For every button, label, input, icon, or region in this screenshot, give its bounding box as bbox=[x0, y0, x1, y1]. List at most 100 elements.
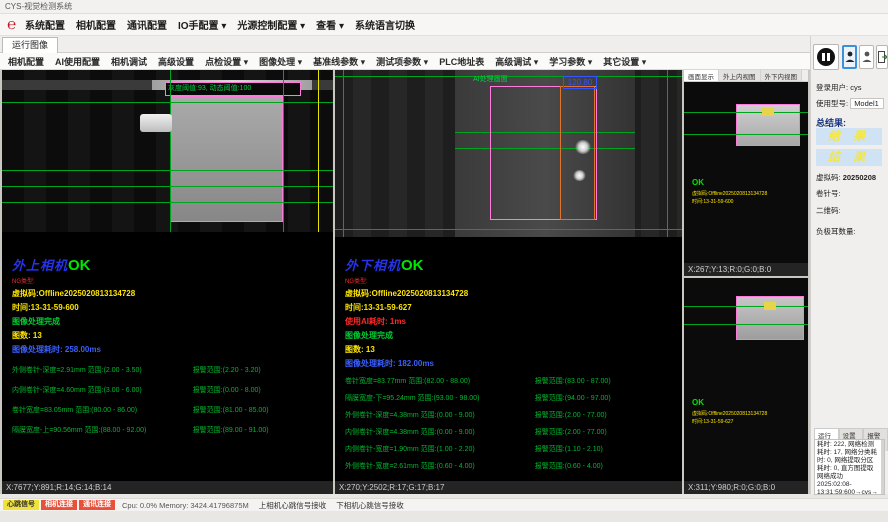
green-guide-line bbox=[684, 324, 808, 325]
middle-camera-image[interactable]: AI处理画面 120.80 bbox=[335, 70, 682, 237]
measurement-text: 隔膜宽度-上=90.56mm 范围:(88.00 - 92.00) bbox=[12, 425, 193, 435]
tab-strip: 运行图像 bbox=[0, 36, 810, 53]
cpu-memory-status: Cpu: 0.0% Memory: 3424.41796875M bbox=[122, 501, 249, 510]
middle-ng-type: NG类型: bbox=[345, 276, 678, 285]
connector-blob bbox=[140, 114, 172, 132]
measurement-row: 内侧卷针-宽度=1.90mm 范围:(1.00 - 2.20) 报警范围:(1.… bbox=[345, 444, 678, 454]
middle-pixel-coordinates: X:270;Y:2502;R:17;G:17;B:17 bbox=[335, 481, 682, 494]
bright-spot bbox=[575, 140, 591, 154]
right-sidebar: 登录用户: cys 使用型号: Model1 总结果: 结 果 结 果 虚拟码:… bbox=[810, 36, 888, 494]
tool-advanced-debug[interactable]: 高级调试 ▾ bbox=[495, 55, 538, 68]
measurement-row: 隔膜宽度-下=95.24mm 范围:(93.00 - 98.00) 报警范围:(… bbox=[345, 393, 678, 403]
menu-camera-config[interactable]: 相机配置 bbox=[76, 17, 116, 32]
threshold-label: 灰度阈值:93, 动态阈值:100 bbox=[168, 83, 251, 95]
yellow-guide-line bbox=[318, 70, 319, 232]
alarm-range-text: 报警范围:(81.00 - 85.00) bbox=[193, 405, 329, 415]
left-pixel-coordinates: X:7677;Y:891;R:14;G:14;B:14 bbox=[2, 481, 333, 494]
tool-plc-address[interactable]: PLC地址表 bbox=[439, 55, 484, 68]
left-camera-name: 外上相机 bbox=[12, 258, 68, 273]
log-scrollbar[interactable] bbox=[881, 440, 884, 494]
user-login-button[interactable] bbox=[842, 45, 857, 69]
tool-test-params[interactable]: 测试项参数 ▾ bbox=[376, 55, 428, 68]
thumbnail-top-panel[interactable]: OK 虚拟码:Offline2025020813134728 时间:13-31-… bbox=[684, 82, 808, 276]
measurement-row: 隔膜宽度-上=90.56mm 范围:(88.00 - 92.00) 报警范围:(… bbox=[12, 425, 329, 435]
measurement-row: 内侧卷针-深度=4.38mm 范围:(0.00 - 9.00) 报警范围:(2.… bbox=[345, 427, 678, 437]
alarm-range-text: 报警范围:(2.00 - 77.00) bbox=[535, 427, 678, 437]
thumb-tab-lower-view[interactable]: 外下内视图 bbox=[761, 70, 803, 81]
middle-camera-ok-status: OK bbox=[401, 257, 424, 274]
tool-other-settings[interactable]: 其它设置 ▾ bbox=[603, 55, 646, 68]
menu-comm-config[interactable]: 通讯配置 bbox=[127, 17, 167, 32]
tool-ai-config[interactable]: AI使用配置 bbox=[55, 55, 100, 68]
measurement-text: 外侧卷针-深度=2.91mm 范围:(2.00 - 3.50) bbox=[12, 365, 193, 375]
middle-camera-result-line: 外下相机OK bbox=[345, 255, 678, 275]
alarm-range-text: 报警范围:(2.20 - 3.20) bbox=[193, 365, 329, 375]
left-camera-image[interactable]: 灰度阈值:93, 动态阈值:100 bbox=[2, 70, 333, 232]
alarm-range-text: 报警范围:(94.00 - 97.00) bbox=[535, 393, 678, 403]
left-time: 时间:13-31-59-600 bbox=[12, 302, 329, 313]
virtual-code-row: 虚拟码: 20250208 bbox=[816, 172, 876, 183]
lower-camera-heartbeat-status: 下相机心跳信号接收 bbox=[336, 500, 404, 511]
middle-result-block: 外下相机OK NG类型: 虚拟码:Offline2025020813134728… bbox=[345, 255, 678, 471]
menu-light-config[interactable]: 光源控制配置 ▾ bbox=[237, 17, 305, 32]
measurement-text: 内侧卷针-深度=4.38mm 范围:(0.00 - 9.00) bbox=[345, 427, 535, 437]
tool-camera-debug[interactable]: 相机调试 bbox=[111, 55, 147, 68]
middle-frame-count: 图数: 13 bbox=[345, 344, 678, 355]
comm-connect-badge: 通讯连接 bbox=[79, 500, 115, 510]
tab-run-image[interactable]: 运行图像 bbox=[2, 37, 58, 53]
measurement-row: 内侧卷针-深度=4.60mm 范围:(3.00 - 6.00) 报警范围:(0.… bbox=[12, 385, 329, 395]
tool-advanced-settings[interactable]: 高级设置 bbox=[158, 55, 194, 68]
middle-process-done: 图像处理完成 bbox=[345, 330, 678, 341]
tool-baseline-params[interactable]: 基准线参数 ▾ bbox=[313, 55, 365, 68]
left-frame-count: 图数: 13 bbox=[12, 330, 329, 341]
app-window: CYS-视觉检测系统 ℮ 系统配置 相机配置 通讯配置 IO手配置 ▾ 光源控制… bbox=[0, 0, 888, 522]
log-output[interactable]: 耗时: 222, 网络检测耗时: 17, 网络分类耗时: 0, 网络提取分区耗时… bbox=[814, 439, 885, 495]
model-row: 使用型号: Model1 bbox=[816, 98, 884, 109]
alarm-range-text: 报警范围:(0.00 - 8.00) bbox=[193, 385, 329, 395]
left-process-time: 图像处理耗时: 258.00ms bbox=[12, 344, 329, 355]
thumb-tab-upper-view[interactable]: 外上内视图 bbox=[719, 70, 761, 81]
thumbnail-bottom-panel[interactable]: OK 虚拟码:Offline2025020813134728 时间:13-31-… bbox=[684, 278, 808, 494]
menu-system-config[interactable]: 系统配置 bbox=[25, 17, 65, 32]
alarm-range-text: 报警范围:(89.00 - 91.00) bbox=[193, 425, 329, 435]
pin-number-label: 卷针号: bbox=[816, 188, 841, 199]
green-guide-line bbox=[335, 229, 682, 230]
menu-io-config[interactable]: IO手配置 ▾ bbox=[178, 17, 226, 32]
green-guide-line-vertical bbox=[667, 70, 668, 237]
thumb-virtual-code: 虚拟码:Offline2025020813134728 bbox=[692, 410, 804, 417]
left-camera-panel: 灰度阈值:93, 动态阈值:100 外上相机OK NG类型: 虚拟码:Offli… bbox=[2, 70, 333, 494]
green-guide-line-vertical bbox=[170, 70, 171, 232]
alarm-range-text: 报警范围:(83.00 - 87.00) bbox=[535, 376, 678, 386]
user-manage-button[interactable] bbox=[859, 45, 874, 69]
measurement-row: 卷针宽度=83.05mm 范围:(80.00 - 86.00) 报警范围:(81… bbox=[12, 405, 329, 415]
tool-learn-params[interactable]: 学习参数 ▾ bbox=[549, 55, 592, 68]
green-guide-line bbox=[335, 76, 682, 77]
thumb-bottom-pixel-coordinates: X:311;Y:980;R:0;G:0;B:0 bbox=[684, 481, 808, 494]
app-logo-icon: ℮ bbox=[4, 17, 19, 32]
tool-camera-config[interactable]: 相机配置 bbox=[8, 55, 44, 68]
middle-camera-panel: AI处理画面 120.80 外下相机OK NG类型: 虚拟码:Offline20… bbox=[335, 70, 682, 494]
result-box-lower: 结 果 bbox=[816, 149, 882, 166]
left-measurement-list: 外侧卷针-深度=2.91mm 范围:(2.00 - 3.50) 报警范围:(2.… bbox=[12, 365, 329, 435]
menu-view[interactable]: 查看 ▾ bbox=[316, 17, 344, 32]
thumb-time: 时间:13-31-59-627 bbox=[692, 418, 804, 425]
tool-image-process[interactable]: 图像处理 ▾ bbox=[259, 55, 302, 68]
measurement-row: 外侧卷针-深度=4.38mm 范围:(0.00 - 9.00) 报警范围:(2.… bbox=[345, 410, 678, 420]
thumb-tab-display[interactable]: 画面显示 bbox=[684, 70, 719, 81]
ai-detection-rectangle bbox=[560, 86, 595, 220]
login-user-value: cys bbox=[850, 83, 861, 92]
pause-button[interactable] bbox=[813, 44, 839, 70]
thumb-marker bbox=[762, 108, 774, 116]
ai-view-label: AI处理画面 bbox=[473, 74, 508, 86]
left-virtual-code: 虚拟码:Offline2025020813134728 bbox=[12, 288, 329, 299]
thumb-virtual-code: 虚拟码:Offline2025020813134728 bbox=[692, 190, 804, 197]
model-value: Model1 bbox=[850, 98, 884, 109]
tool-spot-check[interactable]: 点检设置 ▾ bbox=[205, 55, 248, 68]
exit-door-icon bbox=[878, 51, 887, 63]
exit-button[interactable] bbox=[876, 45, 888, 69]
left-camera-ok-status: OK bbox=[68, 257, 91, 274]
user-icon bbox=[845, 51, 855, 63]
middle-measurement-list: 卷针宽度=83.77mm 范围:(82.00 - 88.00) 报警范围:(83… bbox=[345, 376, 678, 471]
green-guide-line-vertical bbox=[283, 70, 284, 232]
menu-language-switch[interactable]: 系统语言切换 bbox=[355, 17, 415, 32]
